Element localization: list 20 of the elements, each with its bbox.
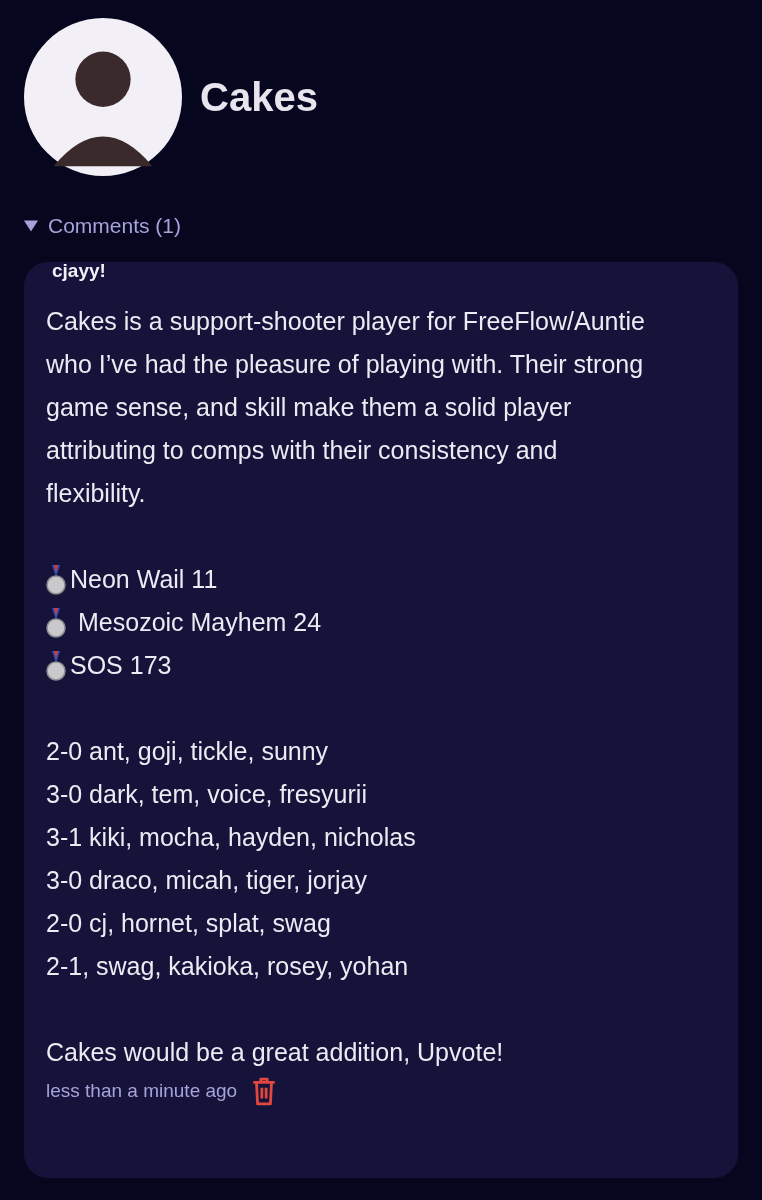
comments-toggle[interactable]: Comments (1)	[24, 214, 182, 238]
placement-text: Neon Wail 11	[70, 564, 218, 595]
match-text: 2-0 ant, goji, tickle, sunny	[46, 736, 330, 767]
medal-icon	[46, 607, 66, 638]
match-text: 3-1 kiki, mocha, hayden, nicholas	[46, 822, 417, 853]
comment-text: Cakes is a support-shooter player for FreeFlow/Auntie who I’ve had the pleasure of playing with. Their strong game sense, and skill make them a solid player attributing to comps with their consistency and flexibility.	[46, 306, 646, 509]
match-text: 3-0 draco, micah, tiger, jorjay	[46, 865, 368, 896]
comment-text: Cakes would be a great addition, Upvote!	[46, 1037, 505, 1068]
medal-icon	[46, 564, 66, 595]
placement-text: Mesozoic Mayhem 24	[78, 607, 322, 638]
placement-text: SOS 173	[70, 650, 172, 681]
medal-icon	[46, 650, 66, 681]
comment-author: cjayy!	[52, 260, 106, 282]
match-text: 2-1, swag, kakioka, rosey, yohan	[46, 951, 410, 982]
match-text: 2-0 cj, hornet, splat, swag	[46, 908, 332, 939]
delete-icon[interactable]	[251, 1076, 278, 1106]
match-text: 3-0 dark, tem, voice, fresyurii	[46, 779, 368, 810]
profile-name: Cakes	[200, 74, 318, 120]
triangle-icon	[24, 219, 38, 233]
comment-time: less than a minute ago	[46, 1080, 238, 1102]
